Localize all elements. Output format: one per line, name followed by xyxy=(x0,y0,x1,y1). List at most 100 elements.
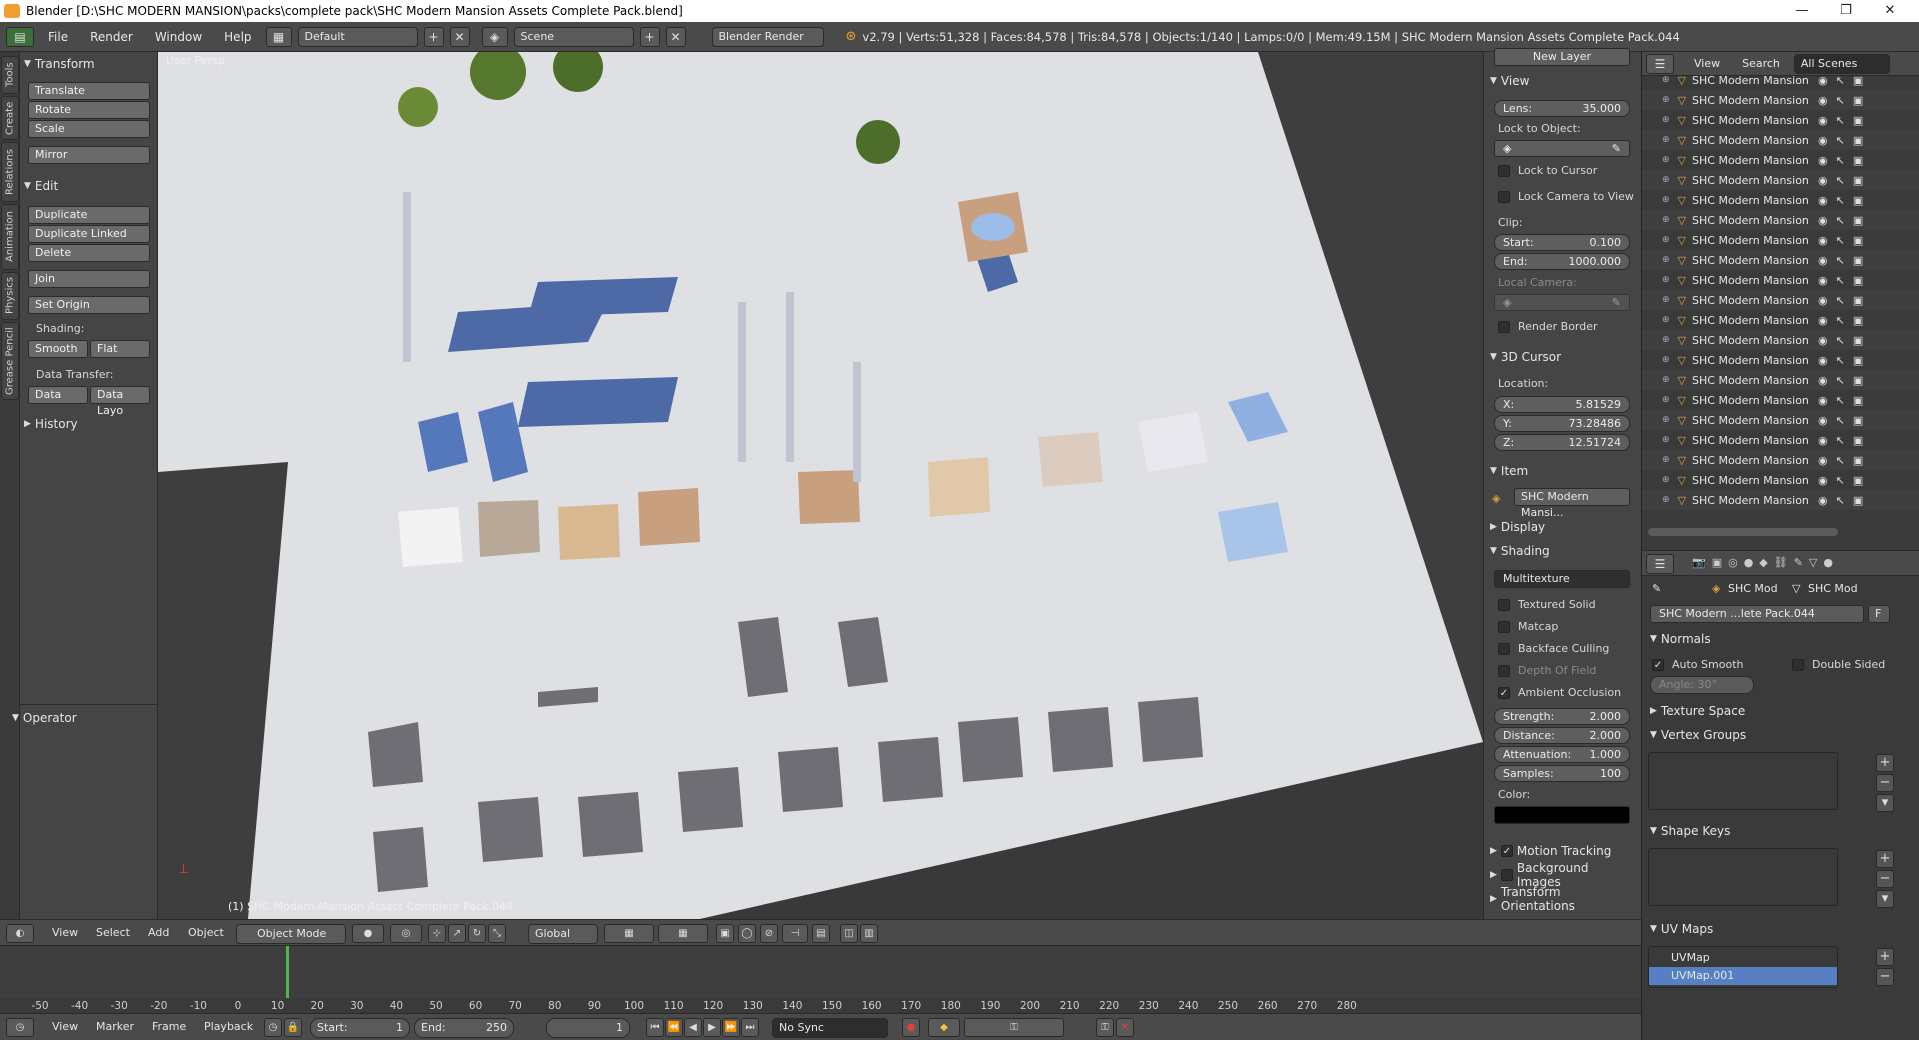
expand-icon[interactable]: ⊕ xyxy=(1662,255,1670,265)
viewport-shading-icon[interactable]: ● xyxy=(352,924,384,943)
cursor-select-icon[interactable]: ↖ xyxy=(1836,314,1845,327)
outliner-item[interactable]: ⊕ ▽ SHC Modern Mansion A ◉ ↖ ▣ xyxy=(1642,390,1919,410)
item-name-field[interactable]: SHC Modern Mansi... xyxy=(1514,488,1630,519)
transform-panel-header[interactable]: ▼ Transform xyxy=(24,54,154,74)
auto-smooth-checkbox[interactable]: ✓ Auto Smooth xyxy=(1652,658,1743,671)
outliner-item[interactable]: ⊕ ▽ SHC Modern Mansion A ◉ ↖ ▣ xyxy=(1642,210,1919,230)
expand-icon[interactable]: ⊕ xyxy=(1662,375,1670,385)
expand-icon[interactable]: ⊕ xyxy=(1662,195,1670,205)
outliner-item[interactable]: ⊕ ▽ SHC Modern Mansion A ◉ ↖ ▣ xyxy=(1642,430,1919,450)
data-layout-button[interactable]: Data Layo xyxy=(90,386,150,417)
eye-icon[interactable]: ◉ xyxy=(1818,174,1828,187)
expand-icon[interactable]: ⊕ xyxy=(1662,155,1670,165)
eye-icon[interactable]: ◉ xyxy=(1818,354,1828,367)
expand-icon[interactable]: ⊕ xyxy=(1662,76,1670,85)
tab-relations[interactable]: Relations xyxy=(1,142,19,202)
uv-maps-list[interactable]: UVMap UVMap.001 xyxy=(1648,946,1838,988)
expand-icon[interactable]: ⊕ xyxy=(1662,175,1670,185)
add-shape-key-icon[interactable]: + xyxy=(1876,850,1894,868)
play-reverse-icon[interactable]: ◀ xyxy=(684,1018,702,1037)
shading-panel-header[interactable]: ▼ Shading xyxy=(1490,542,1636,560)
expand-icon[interactable]: ⊕ xyxy=(1662,295,1670,305)
add-uv-map-icon[interactable]: + xyxy=(1876,948,1894,966)
current-frame-field[interactable]: 1 xyxy=(546,1018,630,1038)
camera-render-icon[interactable]: ▣ xyxy=(1853,374,1863,387)
camera-render-icon[interactable]: ▣ xyxy=(1853,334,1863,347)
render-border-checkbox[interactable]: Render Border xyxy=(1498,320,1598,333)
expand-icon[interactable]: ⊕ xyxy=(1662,215,1670,225)
menu-file[interactable]: File xyxy=(40,30,76,44)
snap-element-icon[interactable]: ⊣ xyxy=(782,924,808,943)
outliner-item[interactable]: ⊕ ▽ SHC Modern Mansion A ◉ ↖ ▣ xyxy=(1642,190,1919,210)
tab-grease-pencil[interactable]: Grease Pencil xyxy=(1,322,19,400)
editor-type-3dview-icon[interactable]: ◐ xyxy=(6,924,34,943)
shape-keys-header[interactable]: ▼ Shape Keys xyxy=(1650,822,1796,840)
outliner-item[interactable]: ⊕ ▽ SHC Modern Mansion A ◉ ↖ ▣ xyxy=(1642,130,1919,150)
add-scene-icon[interactable]: + xyxy=(639,26,660,47)
eye-icon[interactable]: ◉ xyxy=(1818,94,1828,107)
viewport-object-menu[interactable]: Object xyxy=(188,924,224,943)
clip-end-field[interactable]: End: 1000.000 xyxy=(1494,253,1630,270)
uv-map-item-selected[interactable]: UVMap.001 xyxy=(1649,967,1837,985)
camera-render-icon[interactable]: ▣ xyxy=(1853,214,1863,227)
camera-render-icon[interactable]: ▣ xyxy=(1853,294,1863,307)
cursor-select-icon[interactable]: ↖ xyxy=(1836,294,1845,307)
end-frame-field[interactable]: End: 250 xyxy=(414,1018,514,1038)
expand-icon[interactable]: ⊕ xyxy=(1662,435,1670,445)
shape-key-menu-icon[interactable]: ▾ xyxy=(1876,890,1894,908)
eye-icon[interactable]: ◉ xyxy=(1818,334,1828,347)
cursor-select-icon[interactable]: ↖ xyxy=(1836,394,1845,407)
eye-icon[interactable]: ◉ xyxy=(1818,76,1828,87)
eye-icon[interactable]: ◉ xyxy=(1818,134,1828,147)
expand-icon[interactable]: ⊕ xyxy=(1662,415,1670,425)
camera-render-icon[interactable]: ▣ xyxy=(1853,114,1863,127)
ao-strength-field[interactable]: Strength: 2.000 xyxy=(1494,708,1630,725)
3d-viewport[interactable]: User Persp (1) SHC Modern Mansion Assets… xyxy=(158,52,1483,919)
translate-manipulator-icon[interactable]: ↗ xyxy=(448,924,466,943)
camera-render-icon[interactable]: ▣ xyxy=(1853,314,1863,327)
lock-time-icon[interactable]: 🔒 xyxy=(284,1018,302,1037)
outliner-item[interactable]: ⊕ ▽ SHC Modern Mansion A ◉ ↖ ▣ xyxy=(1642,310,1919,330)
view-panel-header[interactable]: ▼ View xyxy=(1490,72,1636,90)
new-layer-button[interactable]: New Layer xyxy=(1494,48,1630,66)
textured-solid-checkbox[interactable]: Textured Solid xyxy=(1498,598,1596,611)
expand-icon[interactable]: ⊕ xyxy=(1662,455,1670,465)
3d-cursor-panel-header[interactable]: ▼ 3D Cursor xyxy=(1490,348,1636,366)
cursor-select-icon[interactable]: ↖ xyxy=(1836,194,1845,207)
edit-panel-header[interactable]: ▼ Edit xyxy=(24,176,154,196)
render-engine-select[interactable]: Blender Render xyxy=(711,26,824,47)
ao-attenuation-field[interactable]: Attenuation: 1.000 xyxy=(1494,746,1630,763)
lock-object-field[interactable]: ◈ ✎ xyxy=(1494,140,1630,157)
breadcrumb-mesh[interactable]: SHC Mod xyxy=(1808,582,1858,595)
display-panel-header[interactable]: ▶ Display xyxy=(1490,518,1636,536)
remove-scene-icon[interactable]: ✕ xyxy=(665,26,686,47)
cursor-select-icon[interactable]: ↖ xyxy=(1836,474,1845,487)
mirror-button[interactable]: Mirror xyxy=(28,146,150,164)
normals-panel-header[interactable]: ▼ Normals xyxy=(1650,630,1796,648)
outliner-list[interactable]: ⊕ ▽ SHC Modern Mansion ◉ ↖ ▣ ⊕ ▽ SHC Modern Mans… xyxy=(1642,76,1919,538)
cursor-select-icon[interactable]: ↖ xyxy=(1836,354,1845,367)
viewport-scene[interactable] xyxy=(158,52,1483,919)
backface-culling-checkbox[interactable]: Backface Culling xyxy=(1498,642,1609,655)
cursor-z-field[interactable]: Z: 12.51724 xyxy=(1494,434,1630,451)
camera-render-icon[interactable]: ▣ xyxy=(1853,154,1863,167)
viewport-select-menu[interactable]: Select xyxy=(96,924,130,943)
snap-icon[interactable]: ⊘ xyxy=(760,924,778,943)
camera-render-icon[interactable]: ▣ xyxy=(1853,254,1863,267)
smooth-button[interactable]: Smooth xyxy=(28,340,88,358)
camera-render-icon[interactable]: ▣ xyxy=(1853,414,1863,427)
layers-block-1-icon[interactable]: ▦ xyxy=(604,924,654,943)
lock-layers-icon[interactable]: ▣ xyxy=(716,924,734,943)
menu-help[interactable]: Help xyxy=(216,30,259,44)
layers-block-2-icon[interactable]: ▦ xyxy=(658,924,708,943)
checkbox-checked-icon[interactable]: ✓ xyxy=(1500,845,1513,857)
eye-icon[interactable]: ◉ xyxy=(1818,274,1828,287)
remove-shape-key-icon[interactable]: − xyxy=(1876,870,1894,888)
expand-icon[interactable]: ⊕ xyxy=(1662,315,1670,325)
expand-icon[interactable]: ⊕ xyxy=(1662,235,1670,245)
cursor-select-icon[interactable]: ↖ xyxy=(1836,494,1845,507)
eyedropper-icon[interactable]: ✎ xyxy=(1612,142,1621,155)
data-button[interactable]: Data xyxy=(28,386,88,404)
minimize-button[interactable]: — xyxy=(1780,0,1824,22)
shading-mode-select[interactable]: Multitexture xyxy=(1494,570,1630,588)
